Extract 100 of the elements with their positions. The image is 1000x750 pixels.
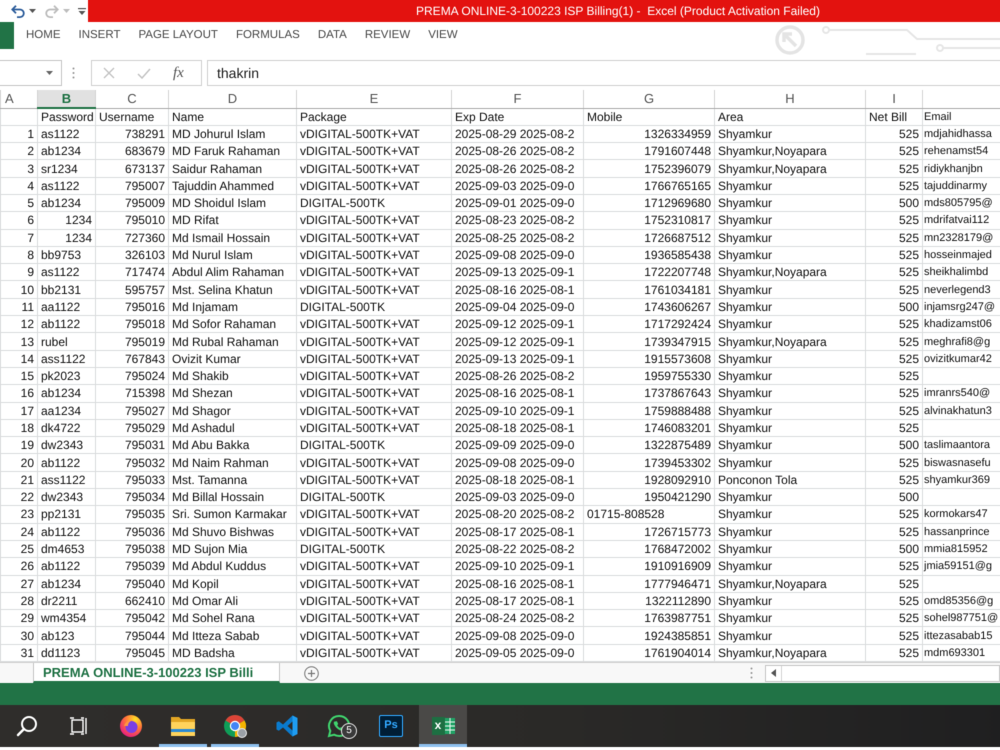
undo-button[interactable]	[10, 4, 26, 18]
table-cell: 2025-08-22 2025-08-2	[452, 540, 584, 558]
ribbon-tab[interactable]: REVIEW	[356, 22, 420, 49]
table-cell: ab1122	[38, 558, 96, 576]
table-cell: 1746083201	[584, 419, 714, 437]
column-header[interactable]: F	[452, 90, 584, 108]
table-cell: vDIGITAL-500TK+VAT	[296, 125, 452, 143]
ribbon-tab[interactable]: PAGE LAYOUT	[129, 22, 227, 49]
table-cell: 795032	[96, 454, 168, 472]
table-cell: Shyamkur	[714, 626, 866, 644]
table-cell: 19	[0, 436, 38, 454]
table-cell: 22	[0, 488, 38, 506]
table-cell: DIGITAL-500TK	[296, 436, 452, 454]
table-cell: 2025-09-08 2025-09-0	[452, 454, 584, 472]
table-cell: 683679	[96, 142, 168, 160]
header-cell: Package	[296, 108, 452, 126]
taskbar-button[interactable]: 5	[315, 705, 363, 747]
column-header[interactable]: D	[168, 90, 296, 108]
table-cell: 525	[866, 177, 922, 194]
customize-button[interactable]	[78, 8, 86, 14]
notification-badge: 5	[341, 723, 357, 739]
table-cell: dw2343	[38, 488, 96, 506]
taskbar-button[interactable]: Ps	[367, 705, 415, 747]
table-cell: 525	[866, 125, 922, 143]
table-cell: vDIGITAL-500TK+VAT	[296, 610, 452, 627]
dropdown-button[interactable]	[29, 9, 36, 13]
column-header[interactable]: B	[38, 90, 96, 108]
table-cell: Md Kopil	[168, 575, 296, 592]
ribbon-tab[interactable]: FORMULAS	[226, 22, 309, 49]
table-cell: 795038	[96, 540, 168, 558]
column-header[interactable]: E	[296, 90, 452, 108]
horizontal-scrollbar[interactable]	[765, 664, 1000, 682]
table-cell: 767843	[96, 350, 168, 368]
table-cell: 2025-09-08 2025-09-0	[452, 246, 584, 264]
table-cell: 795019	[96, 332, 168, 350]
table-cell: vDIGITAL-500TK+VAT	[296, 212, 452, 230]
column-header[interactable]: A	[0, 90, 38, 108]
table-cell: 525	[866, 246, 922, 264]
table-cell: 795018	[96, 316, 168, 333]
table-cell: 2025-08-18 2025-08-1	[452, 471, 584, 489]
table-cell: 2025-09-08 2025-09-0	[452, 626, 584, 644]
table-cell: 525	[866, 316, 922, 333]
table-cell: Shyamkur	[714, 246, 866, 264]
table-cell: 2025-08-26 2025-08-2	[452, 142, 584, 160]
table-cell: ab1234	[38, 575, 96, 592]
header-cell: Mobile	[584, 108, 714, 126]
table-cell: 2025-08-23 2025-08-2	[452, 212, 584, 230]
table-cell: 2025-09-12 2025-09-1	[452, 316, 584, 333]
ribbon-tab[interactable]: DATA	[308, 22, 356, 49]
table-cell: Sri. Sumon Karmakar	[168, 506, 296, 524]
table-cell: vDIGITAL-500TK+VAT	[296, 332, 452, 350]
header-cell: Exp Date	[452, 108, 584, 126]
taskbar-button[interactable]: x	[419, 705, 467, 747]
app-logo-tile: x	[432, 717, 444, 735]
column-header[interactable]: I	[866, 90, 922, 108]
table-cell: Md Shezan	[168, 384, 296, 402]
table-cell: 500	[866, 540, 922, 558]
table-cell: 30	[0, 626, 38, 644]
table-cell: vDIGITAL-500TK+VAT	[296, 280, 452, 298]
table-cell: aa1234	[38, 402, 96, 420]
column-header[interactable]: G	[584, 90, 714, 108]
formula-input[interactable]: thakrin	[207, 60, 1000, 86]
chat-bubble-icon	[327, 714, 351, 738]
header-cell: Area	[714, 108, 866, 126]
ribbon-tab[interactable]: INSERT	[70, 22, 130, 49]
table-cell: Shyamkur	[714, 523, 866, 540]
table-cell: 795010	[96, 212, 168, 230]
table-cell: 1743606267	[584, 298, 714, 316]
column-header[interactable]: C	[96, 90, 168, 108]
table-cell: 525	[866, 506, 922, 524]
table-cell: Shyamkur	[714, 212, 866, 230]
insert-function-button[interactable]: fx	[173, 64, 184, 82]
table-cell: 1722207748	[584, 264, 714, 281]
table-cell: Md Rubal Rahaman	[168, 332, 296, 350]
table-cell: 795009	[96, 194, 168, 212]
table-cell: Md Shagor	[168, 402, 296, 420]
table-cell: 11	[0, 298, 38, 316]
table-cell: vDIGITAL-500TK+VAT	[296, 177, 452, 194]
table-cell: 500	[866, 298, 922, 316]
sheet-tab[interactable]: PREMA ONLINE-3-100223 ISP Billi	[33, 663, 280, 683]
table-cell: 1752310817	[584, 212, 714, 230]
table-cell: 1322875489	[584, 436, 714, 454]
table-cell: 525	[866, 610, 922, 627]
table-cell: 2025-09-03 2025-09-0	[452, 177, 584, 194]
table-cell: 1737867643	[584, 384, 714, 402]
table-cell: Md Sofor Rahaman	[168, 316, 296, 333]
table-cell: 795024	[96, 367, 168, 385]
table-cell: 1928092910	[584, 471, 714, 489]
table-cell: Md Abdul Kuddus	[168, 558, 296, 576]
table-cell: dr2211	[38, 592, 96, 610]
table-cell: vDIGITAL-500TK+VAT	[296, 316, 452, 333]
table-cell: Abdul Alim Rahaman	[168, 264, 296, 281]
new-sheet-button[interactable]	[304, 666, 319, 680]
column-header[interactable]: H	[714, 90, 866, 108]
table-cell: 525	[866, 471, 922, 489]
ribbon-tab[interactable]: HOME	[17, 22, 70, 49]
table-cell: vDIGITAL-500TK+VAT	[296, 626, 452, 644]
cancel-icon	[103, 67, 115, 79]
table-cell: vDIGITAL-500TK+VAT	[296, 350, 452, 368]
ribbon-tab[interactable]: VIEW	[419, 22, 467, 49]
